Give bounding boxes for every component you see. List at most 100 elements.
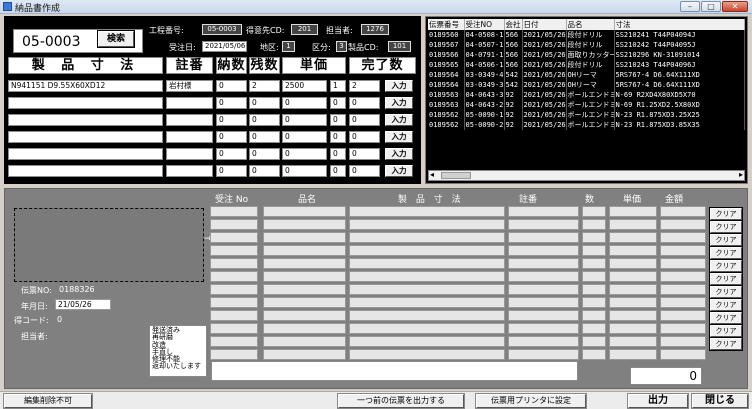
form-size-cell[interactable] — [8, 148, 163, 160]
detail-chuban-cell[interactable] — [508, 245, 579, 256]
horizontal-scrollbar[interactable]: ◂ ▸ — [428, 170, 745, 181]
slip-list-grid[interactable]: 伝票番号 受注NO 会社 日付 品名 寸法 0189560 04-0508-1 566 2021… — [425, 16, 748, 184]
detail-tanka-cell[interactable] — [609, 323, 657, 334]
form-x-cell[interactable]: 1 — [330, 80, 346, 92]
detail-su-cell[interactable] — [582, 297, 606, 308]
detail-sunpou-cell[interactable] — [349, 245, 505, 256]
form-chuban-cell[interactable] — [166, 97, 213, 109]
clear-button[interactable]: クリア — [709, 233, 743, 247]
detail-juchu-cell[interactable] — [210, 284, 258, 295]
form-chuban-cell[interactable] — [166, 148, 213, 160]
form-tanka-cell[interactable]: 0 — [282, 165, 327, 177]
form-nou-cell[interactable]: 0 — [216, 148, 247, 160]
form-x-cell[interactable]: 0 — [330, 165, 346, 177]
detail-hinmei-cell[interactable] — [263, 232, 346, 243]
grid-row[interactable]: 018956205-0090-1922021/05/26ボールエンドミルN-23… — [428, 110, 745, 120]
detail-juchu-cell[interactable] — [210, 323, 258, 334]
detail-sunpou-cell[interactable] — [349, 336, 505, 347]
enter-button[interactable]: 入力 — [384, 79, 414, 93]
form-tanka-cell[interactable]: 0 — [282, 131, 327, 143]
form-size-cell[interactable] — [8, 114, 163, 126]
detail-sunpou-cell[interactable] — [349, 232, 505, 243]
detail-su-cell[interactable] — [582, 271, 606, 282]
print-previous-button[interactable]: 一つ前の伝票を出力する — [337, 393, 465, 409]
date-field[interactable]: 21/05/26 — [55, 299, 111, 310]
enter-button[interactable]: 入力 — [384, 96, 414, 110]
grid-row[interactable]: 0189566 04-0791-1 566 2021/05/26 面取りカッター SS21… — [428, 50, 745, 60]
form-chuban-cell[interactable] — [166, 165, 213, 177]
detail-tanka-cell[interactable] — [609, 284, 657, 295]
form-size-cell[interactable]: N941151 D9.55X60XD12 — [8, 80, 163, 92]
clear-button[interactable]: クリア — [709, 246, 743, 260]
detail-juchu-cell[interactable] — [210, 258, 258, 269]
detail-kingaku-cell[interactable] — [660, 284, 706, 295]
detail-kingaku-cell[interactable] — [660, 219, 706, 230]
note-input[interactable] — [211, 361, 578, 381]
form-kanryo-cell[interactable]: 0 — [349, 131, 380, 143]
detail-kingaku-cell[interactable] — [660, 206, 706, 217]
detail-tanka-cell[interactable] — [609, 219, 657, 230]
detail-su-cell[interactable] — [582, 232, 606, 243]
detail-juchu-cell[interactable] — [210, 206, 258, 217]
form-tanka-cell[interactable]: 0 — [282, 97, 327, 109]
maximize-button[interactable]: □ — [701, 1, 721, 12]
detail-tanka-cell[interactable] — [609, 232, 657, 243]
detail-kingaku-cell[interactable] — [660, 297, 706, 308]
detail-hinmei-cell[interactable] — [263, 297, 346, 308]
scroll-right-icon[interactable]: ▸ — [739, 170, 743, 179]
detail-su-cell[interactable] — [582, 245, 606, 256]
grid-header[interactable]: 受注NO — [464, 19, 505, 30]
detail-chuban-cell[interactable] — [508, 258, 579, 269]
clear-button[interactable]: クリア — [709, 285, 743, 299]
detail-chuban-cell[interactable] — [508, 219, 579, 230]
edit-lock-button[interactable]: 編集削除不可 — [3, 393, 93, 409]
detail-su-cell[interactable] — [582, 206, 606, 217]
grid-header[interactable]: 日付 — [522, 19, 567, 30]
tantou-field[interactable]: 1276 — [361, 24, 389, 35]
detail-sunpou-cell[interactable] — [349, 297, 505, 308]
detail-hinmei-cell[interactable] — [263, 271, 346, 282]
detail-kingaku-cell[interactable] — [660, 349, 706, 360]
detail-hinmei-cell[interactable] — [263, 245, 346, 256]
clear-button[interactable]: クリア — [709, 324, 743, 338]
juchubi-field[interactable]: 2021/05/06 — [202, 41, 247, 52]
printer-setting-button[interactable]: 伝票用プリンタに設定 — [475, 393, 587, 409]
detail-sunpou-cell[interactable] — [349, 323, 505, 334]
detail-juchu-cell[interactable] — [210, 349, 258, 360]
clear-button[interactable]: クリア — [709, 207, 743, 221]
form-nou-cell[interactable]: 0 — [216, 80, 247, 92]
detail-juchu-cell[interactable] — [210, 310, 258, 321]
form-zan-cell[interactable]: 0 — [249, 97, 280, 109]
detail-su-cell[interactable] — [582, 323, 606, 334]
detail-su-cell[interactable] — [582, 258, 606, 269]
form-nou-cell[interactable]: 0 — [216, 165, 247, 177]
detail-juchu-cell[interactable] — [210, 336, 258, 347]
grid-header[interactable]: 伝票番号 — [428, 19, 465, 30]
detail-kingaku-cell[interactable] — [660, 310, 706, 321]
detail-tanka-cell[interactable] — [609, 310, 657, 321]
detail-kingaku-cell[interactable] — [660, 336, 706, 347]
grid-header[interactable]: 会社 — [504, 19, 523, 30]
detail-tanka-cell[interactable] — [609, 349, 657, 360]
detail-su-cell[interactable] — [582, 349, 606, 360]
form-tanka-cell[interactable]: 0 — [282, 114, 327, 126]
detail-chuban-cell[interactable] — [508, 284, 579, 295]
detail-sunpou-cell[interactable] — [349, 310, 505, 321]
detail-juchu-cell[interactable] — [210, 219, 258, 230]
form-zan-cell[interactable]: 0 — [249, 148, 280, 160]
detail-sunpou-cell[interactable] — [349, 349, 505, 360]
form-kanryo-cell[interactable]: 0 — [349, 165, 380, 177]
detail-tanka-cell[interactable] — [609, 258, 657, 269]
enter-button[interactable]: 入力 — [384, 130, 414, 144]
form-nou-cell[interactable]: 0 — [216, 131, 247, 143]
detail-tanka-cell[interactable] — [609, 336, 657, 347]
form-tanka-cell[interactable]: 0 — [282, 148, 327, 160]
detail-hinmei-cell[interactable] — [263, 349, 346, 360]
detail-kingaku-cell[interactable] — [660, 245, 706, 256]
grid-row[interactable]: 0189567 04-0507-1 566 2021/05/26 段付ドリル SS2102… — [428, 40, 745, 50]
form-x-cell[interactable]: 0 — [330, 148, 346, 160]
clear-button[interactable]: クリア — [709, 298, 743, 312]
detail-kingaku-cell[interactable] — [660, 258, 706, 269]
form-zan-cell[interactable]: 2 — [249, 80, 280, 92]
detail-juchu-cell[interactable] — [210, 245, 258, 256]
